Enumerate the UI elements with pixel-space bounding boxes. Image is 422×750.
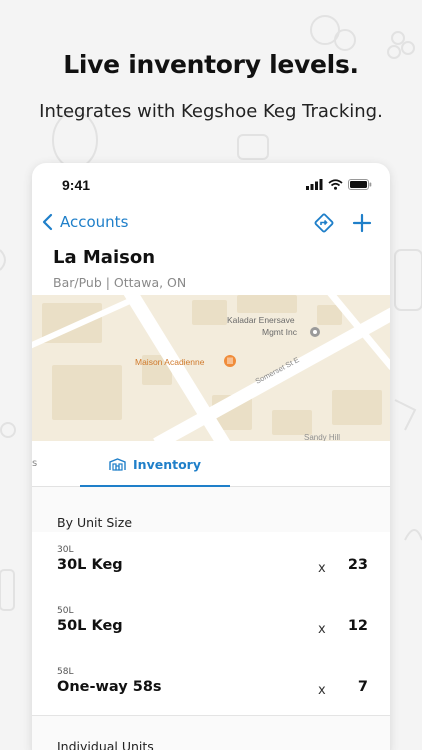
list-item[interactable]: 58L One-way 58s x 7 [32, 654, 390, 716]
battery-icon [348, 179, 372, 190]
list-item[interactable]: 50L 50L Keg x 12 [32, 593, 390, 655]
status-time: 9:41 [62, 177, 91, 193]
tab-partial[interactable]: s [32, 458, 37, 469]
unit-name: One-way 58s [57, 679, 162, 695]
multiply-sign: x [318, 561, 326, 576]
by-unit-size-title: By Unit Size [57, 515, 133, 530]
map-label-business2: Maison Acadienne [135, 357, 205, 367]
chevron-left-icon [42, 213, 53, 231]
unit-quantity: 12 [347, 618, 368, 634]
account-name: La Maison [53, 247, 156, 268]
back-button[interactable]: Accounts [42, 213, 128, 231]
list-item[interactable]: 30L 30L Keg x 23 [32, 532, 390, 594]
tab-bar: s Inventory [32, 441, 390, 487]
unit-code: 58L [57, 667, 74, 677]
subline: Integrates with Kegshoe Keg Tracking. [39, 101, 383, 122]
unit-name: 30L Keg [57, 557, 123, 573]
multiply-sign: x [318, 683, 326, 698]
nav-actions [314, 213, 372, 233]
status-icons [306, 179, 372, 190]
app-store-screenshot: { "headline": "Live inventory levels.", … [0, 0, 422, 750]
map-graphic: Kaladar Enersave Mgmt Inc Maison Acadien… [32, 295, 390, 441]
directions-icon[interactable] [314, 213, 334, 233]
tab-inventory-label: Inventory [133, 456, 201, 472]
unit-code: 50L [57, 606, 74, 616]
account-subtitle: Bar/Pub | Ottawa, ON [53, 275, 187, 290]
map-label-street2: Sandy Hill [304, 433, 340, 441]
unit-quantity: 23 [347, 557, 368, 573]
multiply-sign: x [318, 622, 326, 637]
inventory-panel: By Unit Size 30L 30L Keg x 23 50L 50L Ke… [32, 487, 390, 750]
phone-screen: 9:41 Accounts La Maison Bar/Pub | Ottawa… [32, 163, 390, 750]
status-bar: 9:41 [32, 163, 390, 207]
tab-inventory[interactable]: Inventory [80, 441, 230, 487]
headline: Live inventory levels. [63, 50, 359, 79]
unit-code: 30L [57, 545, 74, 555]
unit-name: 50L Keg [57, 618, 123, 634]
location-map[interactable]: Kaladar Enersave Mgmt Inc Maison Acadien… [32, 295, 390, 441]
individual-units-title: Individual Units [57, 739, 154, 750]
add-icon[interactable] [352, 213, 372, 233]
cellular-signal-icon [306, 179, 323, 190]
unit-quantity: 7 [357, 679, 368, 695]
map-poi-marker-gray-center [313, 330, 317, 334]
warehouse-icon [109, 457, 126, 471]
back-label: Accounts [60, 213, 129, 231]
map-label-business1-line1: Kaladar Enersave [227, 315, 295, 325]
navigation-bar: Accounts [32, 211, 390, 241]
map-label-business1-line2: Mgmt Inc [262, 327, 298, 337]
wifi-icon [328, 179, 343, 190]
